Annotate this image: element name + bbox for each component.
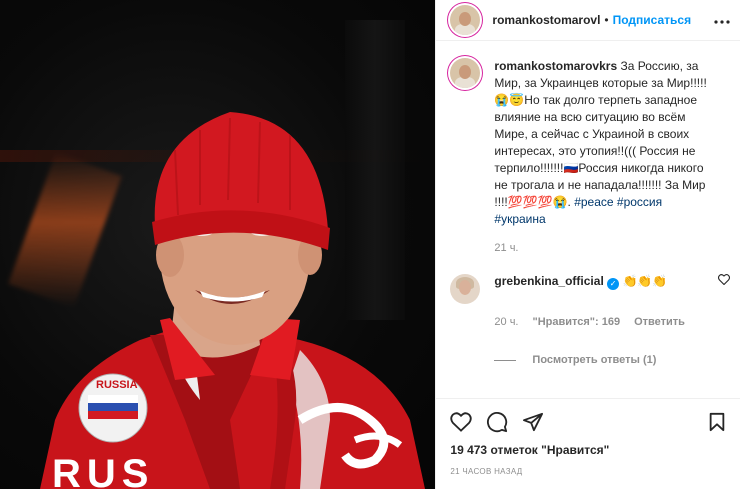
comment-likes[interactable]: "Нравится": 169 [533, 316, 621, 328]
comment-icon[interactable] [486, 411, 508, 433]
patch-label: RUSSIA [96, 379, 138, 391]
comment-like-icon[interactable] [717, 274, 731, 288]
comment-username[interactable]: grebenkina_official [494, 274, 603, 288]
view-replies-button[interactable]: Посмотреть ответы (1) [494, 354, 730, 366]
comment-row: grebenkina_official ✓ 👏👏👏 [450, 274, 731, 304]
caption-avatar[interactable] [450, 58, 481, 88]
post-time[interactable]: 21 часов назад [450, 467, 726, 476]
verified-icon: ✓ [607, 278, 620, 290]
more-icon[interactable] [714, 11, 730, 29]
post-actions: 19 473 отметок "Нравится" 21 часов назад [436, 398, 740, 476]
separator-dot: • [604, 13, 609, 27]
comments-area: romankostomarovkrs За Россию, за Мир, за… [450, 58, 731, 366]
hashtag[interactable]: #peace [574, 195, 613, 209]
likes-count[interactable]: 19 473 отметок "Нравится" [450, 443, 726, 457]
hashtag[interactable]: #украина [494, 212, 545, 226]
caption-row: romankostomarovkrs За Россию, за Мир, за… [450, 58, 730, 228]
comment-text: 👏👏👏 [622, 274, 668, 288]
post-image[interactable]: RUSSIA RUS [0, 0, 436, 489]
action-icons [450, 405, 726, 439]
follow-button[interactable]: Подписаться [613, 13, 691, 27]
header-username[interactable]: romankostomarovl [492, 13, 600, 27]
heart-icon[interactable] [450, 412, 473, 432]
comment-meta: 20 ч. "Нравится": 169 Ответить [494, 316, 730, 328]
instagram-post: RUSSIA RUS romankostomarovl • Подписатьс… [0, 0, 740, 489]
jacket-label: RUS [52, 452, 155, 489]
post-sidebar: romankostomarovl • Подписаться romankost… [435, 0, 740, 489]
caption-time[interactable]: 21 ч. [494, 242, 730, 254]
comment-avatar[interactable] [450, 274, 481, 304]
avatar[interactable] [450, 5, 481, 35]
skater-illustration [40, 112, 425, 489]
comment: grebenkina_official ✓ 👏👏👏 [494, 274, 694, 290]
reply-button[interactable]: Ответить [634, 316, 685, 328]
post-header: romankostomarovl • Подписаться [436, 0, 740, 41]
comment-time[interactable]: 20 ч. [494, 316, 518, 328]
share-icon[interactable] [522, 412, 544, 432]
view-replies-label: Посмотреть ответы (1) [532, 354, 657, 366]
caption-username[interactable]: romankostomarovkrs [494, 59, 617, 73]
hashtag[interactable]: #россия [617, 195, 662, 209]
replies-line [494, 359, 517, 361]
caption: romankostomarovkrs За Россию, за Мир, за… [494, 58, 714, 228]
bookmark-icon[interactable] [708, 412, 726, 432]
caption-text: За Россию, за Мир, за Украинцев которые … [494, 59, 707, 209]
